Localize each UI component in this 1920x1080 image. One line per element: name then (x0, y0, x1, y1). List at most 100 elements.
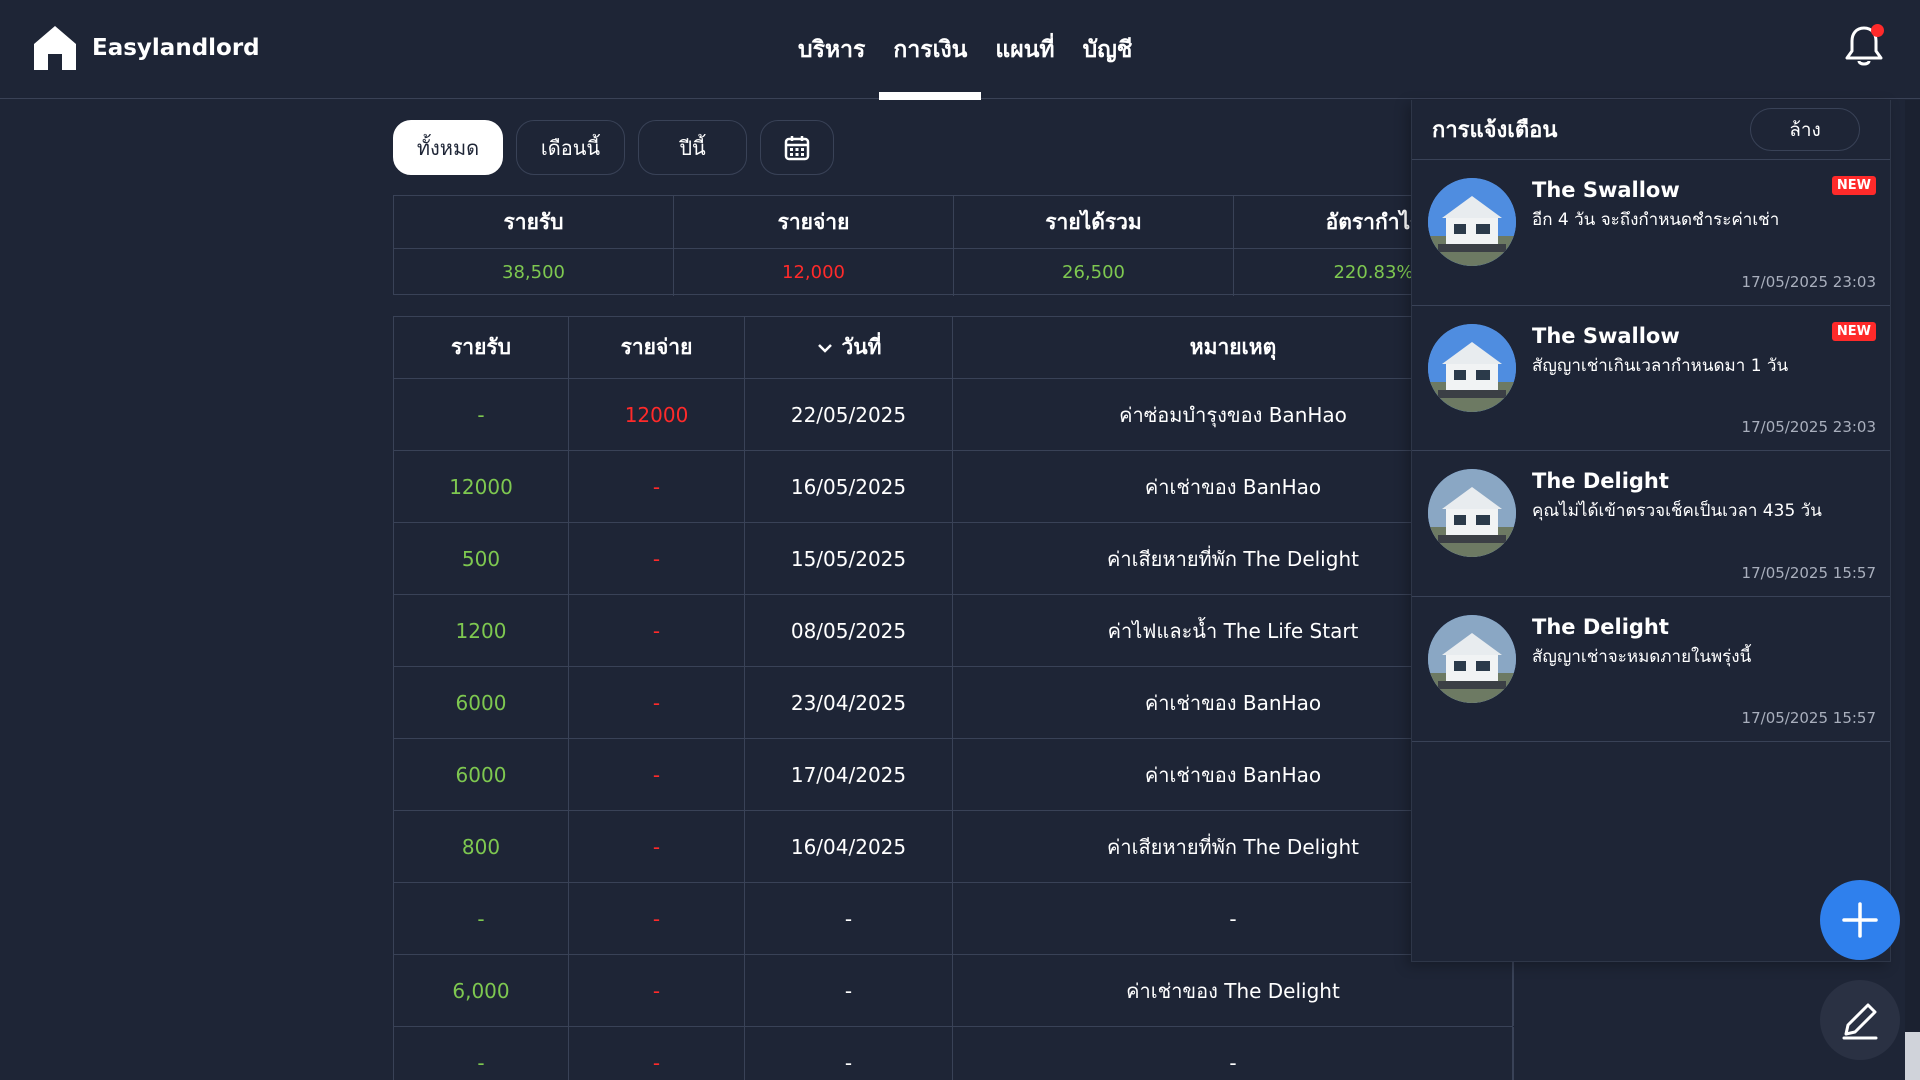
cell-expense: - (569, 595, 745, 666)
summary-header-total: รายได้รวม (954, 196, 1234, 249)
cell-note: - (953, 1027, 1514, 1080)
main-nav: บริหาร การเงิน แผนที่ บัญชี (784, 0, 1147, 100)
cell-income: 6000 (394, 667, 569, 738)
table-row[interactable]: -12000 22/05/2025 ค่าซ่อมบำรุงของ BanHao (394, 379, 1514, 451)
table-row[interactable]: 6000-17/04/2025 ค่าเช่าของ BanHao (394, 739, 1514, 811)
summary-total-value: 26,500 (954, 249, 1234, 296)
cell-income: 500 (394, 523, 569, 594)
notification-panel: การแจ้งเตือน ล้าง The Swallow อีก 4 วัน … (1411, 100, 1891, 962)
chevron-down-icon (817, 343, 832, 353)
brand[interactable]: Easylandlord (32, 24, 260, 72)
scrollbar-track[interactable] (1905, 100, 1920, 1080)
new-badge: NEW (1831, 176, 1876, 195)
cell-date: 08/05/2025 (745, 595, 953, 666)
summary-header-expense: รายจ่าย (674, 196, 954, 249)
cell-date: - (745, 1027, 953, 1080)
notification-list: The Swallow อีก 4 วัน จะถึงกำหนดชำระค่าเ… (1412, 160, 1890, 742)
cell-income: 6000 (394, 739, 569, 810)
notification-item-title: The Delight (1532, 614, 1669, 639)
scrollbar-thumb[interactable] (1905, 1032, 1920, 1080)
cell-date: 23/04/2025 (745, 667, 953, 738)
ledger-table: รายรับ รายจ่าย วันที่ หมายเหตุ -12000 22/… (393, 316, 1514, 1080)
cell-income: - (394, 379, 569, 450)
filter-all-button[interactable]: ทั้งหมด (393, 120, 503, 175)
home-icon (34, 26, 76, 70)
notification-item-title: The Delight (1532, 469, 1669, 493)
cell-expense: - (569, 1027, 745, 1080)
cell-expense: - (569, 667, 745, 738)
cell-expense: 12000 (569, 379, 745, 450)
nav-item-finance[interactable]: การเงิน (879, 0, 982, 100)
cell-expense: - (569, 739, 745, 810)
notification-dot (1871, 24, 1884, 37)
filter-this-year-button[interactable]: ปีนี้ (638, 120, 747, 175)
nav-item-manage[interactable]: บริหาร (784, 0, 879, 99)
cell-date: 16/05/2025 (745, 451, 953, 522)
plus-icon (1842, 902, 1878, 938)
column-header-income[interactable]: รายรับ (394, 317, 569, 378)
notification-title: การแจ้งเตือน (1432, 118, 1558, 143)
property-thumbnail (1428, 323, 1516, 412)
column-header-date[interactable]: วันที่ (745, 317, 953, 378)
property-thumbnail (1428, 178, 1516, 266)
notification-item-body: สัญญาเช่าจะหมดภายในพรุ่งนี้ (1532, 646, 1752, 667)
notifications-button[interactable] (1844, 24, 1884, 68)
notification-item-time: 17/05/2025 15:57 (1741, 709, 1876, 727)
notification-item[interactable]: The Delight สัญญาเช่าจะหมดภายในพรุ่งนี้ … (1412, 597, 1890, 742)
cell-expense: - (569, 883, 745, 954)
notification-item-body: สัญญาเช่าเกินเวลากำหนดมา 1 วัน (1532, 355, 1789, 376)
nav-item-account[interactable]: บัญชี (1069, 0, 1147, 99)
filter-this-month-button[interactable]: เดือนนี้ (516, 120, 625, 175)
notification-item-time: 17/05/2025 23:03 (1741, 418, 1876, 436)
cell-income: 800 (394, 811, 569, 882)
cell-date: 15/05/2025 (745, 523, 953, 594)
cell-expense: - (569, 451, 745, 522)
notification-item[interactable]: The Delight คุณไม่ได้เข้าตรวจเช็คเป็นเวล… (1412, 451, 1890, 597)
cell-income: - (394, 883, 569, 954)
cell-expense: - (569, 955, 745, 1026)
cell-income: 6,000 (394, 955, 569, 1026)
cell-note: ค่าเช่าของ The Delight (953, 955, 1514, 1026)
add-button[interactable] (1820, 880, 1900, 960)
table-row[interactable]: 1200-08/05/2025 ค่าไฟและน้ำ The Life Star… (394, 595, 1514, 667)
table-row[interactable]: 12000-16/05/2025 ค่าเช่าของ BanHao (394, 451, 1514, 523)
table-row[interactable]: ---- (394, 883, 1514, 955)
clear-notifications-button[interactable]: ล้าง (1750, 108, 1860, 151)
table-row[interactable]: 500-15/05/2025 ค่าเสียหายที่พัก The Delig… (394, 523, 1514, 595)
cell-income: - (394, 1027, 569, 1080)
calendar-button[interactable] (760, 120, 834, 175)
notification-item-time: 17/05/2025 23:03 (1741, 272, 1876, 291)
summary-header-income: รายรับ (394, 196, 674, 249)
column-header-date-label: วันที่ (841, 335, 882, 359)
cell-date: - (745, 955, 953, 1026)
table-row[interactable]: ---- (394, 1027, 1514, 1080)
nav-item-map[interactable]: แผนที่ (981, 0, 1068, 99)
property-thumbnail (1428, 469, 1516, 557)
summary-table: รายรับ รายจ่าย รายได้รวม อัตรากำไร 38,50… (393, 195, 1514, 296)
column-header-expense[interactable]: รายจ่าย (569, 317, 745, 378)
top-bar: Easylandlord บริหาร การเงิน แผนที่ บัญชี (0, 0, 1920, 100)
table-row[interactable]: 6000-23/04/2025 ค่าเช่าของ BanHao (394, 667, 1514, 739)
summary-expense-value: 12,000 (674, 249, 954, 296)
notification-item-title: The Swallow (1532, 178, 1680, 202)
table-row[interactable]: 800-16/04/2025 ค่าเสียหายที่พัก The Delig… (394, 811, 1514, 883)
edit-button[interactable] (1820, 980, 1900, 1060)
cell-date: 16/04/2025 (745, 811, 953, 882)
ledger-body: -12000 22/05/2025 ค่าซ่อมบำรุงของ BanHao 12… (394, 379, 1514, 1080)
cell-date: - (745, 883, 953, 954)
cell-date: 17/04/2025 (745, 739, 953, 810)
notification-item-body: อีก 4 วัน จะถึงกำหนดชำระค่าเช่า (1532, 210, 1780, 230)
table-row[interactable]: 6,000- - ค่าเช่าของ The Delight (394, 955, 1514, 1027)
ledger-header: รายรับ รายจ่าย วันที่ หมายเหตุ (394, 317, 1514, 379)
cell-income: 12000 (394, 451, 569, 522)
notification-item[interactable]: The Swallow สัญญาเช่าเกินเวลากำหนดมา 1 ว… (1412, 306, 1890, 451)
notification-item-time: 17/05/2025 15:57 (1741, 563, 1876, 582)
summary-income-value: 38,500 (394, 249, 674, 296)
notification-item[interactable]: The Swallow อีก 4 วัน จะถึงกำหนดชำระค่าเ… (1412, 160, 1890, 306)
cell-expense: - (569, 811, 745, 882)
new-badge: NEW (1831, 321, 1876, 341)
pencil-icon (1842, 1003, 1878, 1040)
notification-item-body: คุณไม่ได้เข้าตรวจเช็คเป็นเวลา 435 วัน (1532, 501, 1822, 521)
notification-item-title: The Swallow (1532, 323, 1680, 348)
period-filters: ทั้งหมด เดือนนี้ ปีนี้ (393, 120, 834, 175)
